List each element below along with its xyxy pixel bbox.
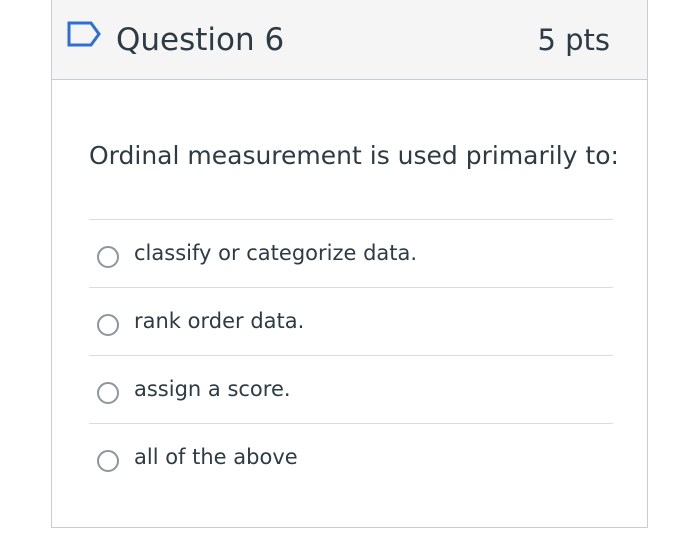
answer-list: classify or categorize data. rank order …: [89, 219, 613, 491]
question-header: Question 6 5 pts: [52, 0, 647, 80]
answer-option[interactable]: assign a score.: [89, 355, 613, 423]
answer-label[interactable]: assign a score.: [134, 373, 291, 405]
radio-button[interactable]: [97, 450, 119, 472]
radio-button[interactable]: [97, 382, 119, 404]
answer-option[interactable]: rank order data.: [89, 287, 613, 355]
answer-label[interactable]: all of the above: [134, 441, 298, 473]
question-text: Ordinal measurement is used primarily to…: [89, 141, 619, 170]
question-points: 5 pts: [537, 23, 610, 57]
answer-option[interactable]: all of the above: [89, 423, 613, 491]
answer-label[interactable]: classify or categorize data.: [134, 237, 417, 269]
radio-button[interactable]: [97, 314, 119, 336]
answer-option[interactable]: classify or categorize data.: [89, 219, 613, 287]
flag-question-icon[interactable]: [66, 20, 102, 48]
question-card: Question 6 5 pts Ordinal measurement is …: [51, 0, 648, 528]
question-title: Question 6: [116, 22, 285, 58]
radio-button[interactable]: [97, 246, 119, 268]
answer-label[interactable]: rank order data.: [134, 305, 304, 337]
